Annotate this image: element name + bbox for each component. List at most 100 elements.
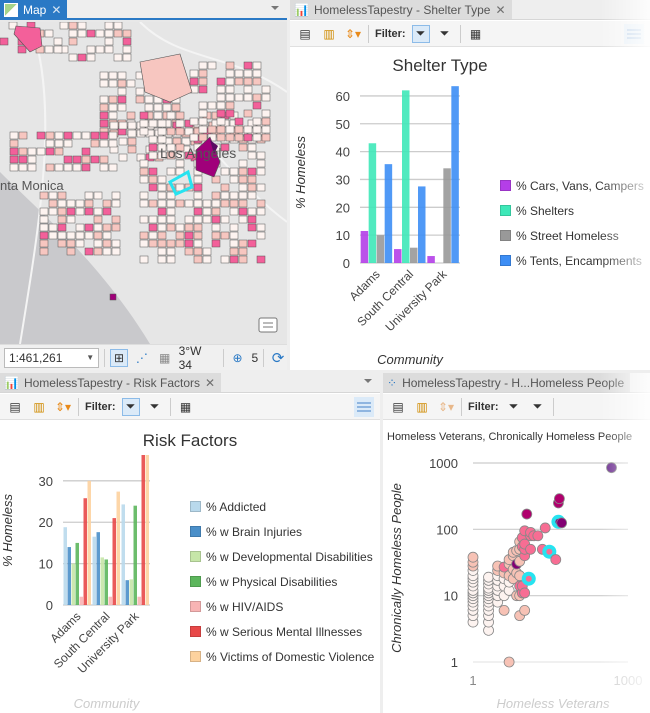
census-tract [211,175,221,184]
chart-properties-icon[interactable]: ▥ [30,398,48,416]
map-canvas[interactable]: Los Angeles nta Monica [0,22,287,344]
properties-icon[interactable]: ▤ [389,398,407,416]
census-tract [243,125,253,134]
filter-by-selection-icon[interactable]: ⏷ [146,398,164,416]
census-tract [175,119,185,128]
legend-swatch [190,551,201,562]
census-tract [198,77,208,86]
census-tract [102,199,112,208]
census-tract [157,183,167,192]
tab-risk-factors[interactable]: 📊 HomelessTapestry - Risk Factors ✕ [0,373,222,392]
tab-menu-dropdown[interactable] [271,6,279,10]
census-tract [238,215,248,224]
tab-shelter-type[interactable]: 📊 HomelessTapestry - Shelter Type ✕ [290,0,512,19]
census-tract [93,223,103,232]
legend-item[interactable]: % w Developmental Disabilities [190,544,374,569]
tab-map[interactable]: Map ✕ [0,0,68,19]
data-point [503,656,515,668]
filter-by-extent-icon[interactable]: ⏷ [121,397,140,416]
census-tract [54,147,64,156]
bar [79,596,83,605]
census-tract [108,103,118,112]
sort-icon[interactable]: ⇕▾ [437,398,455,416]
chart-properties-icon[interactable]: ▥ [320,25,338,43]
filter-by-extent-icon[interactable]: ⏷ [505,398,523,416]
census-tract [39,207,49,216]
census-tract [66,231,76,240]
census-tract [118,121,128,130]
sort-icon[interactable]: ⇕▾ [54,398,72,416]
census-tract [90,131,100,140]
snap-grid-icon[interactable]: ⊞ [110,348,128,367]
census-tract [66,247,76,256]
y-tick-label: 10 [336,228,350,243]
census-tract [166,207,176,216]
y-axis-label: Chronically Homeless People [389,483,404,653]
close-icon[interactable]: ✕ [495,3,505,17]
legend-item[interactable]: % Addicted [190,494,374,519]
census-tract [198,69,208,78]
map-legend-icon[interactable] [258,317,278,333]
table-icon[interactable]: ▦ [467,25,485,43]
legend-swatch [190,576,201,587]
legend-swatch [190,501,201,512]
properties-icon[interactable]: ▤ [6,398,24,416]
census-tract [247,143,257,152]
filter-by-selection-icon[interactable]: ⏷ [436,25,454,43]
sort-icon[interactable]: ⇕▾ [344,25,362,43]
census-tract [122,29,132,38]
legend-item[interactable]: % w Serious Mental Illnesses [190,619,374,644]
scatter-chart: 1 10 100 1000 1 1000 Chronically Homeless Peop… [389,456,642,711]
legend-item[interactable]: % w HIV/AIDS [190,594,374,619]
y-axis-label: % Homeless [293,136,308,209]
legend-toggle-button[interactable] [354,396,374,417]
legend-item[interactable]: % w Brain Injuries [190,519,374,544]
chart-properties-icon[interactable]: ▥ [413,398,431,416]
grid-icon[interactable]: ▦ [156,349,174,367]
legend-item[interactable]: % Tents, Encampments [500,248,644,273]
legend-item[interactable]: % Victims of Domestic Violence [190,644,374,669]
properties-icon[interactable]: ▤ [296,25,314,43]
census-tract [157,215,167,224]
refresh-icon[interactable]: ⟳ [269,349,287,367]
census-tract [238,255,248,264]
census-tract [75,231,85,240]
bar [394,249,402,263]
census-tract [27,155,37,164]
census-tract [247,151,257,160]
census-tract [9,131,19,140]
census-tract [193,175,203,184]
census-tract [157,255,167,264]
census-tract [139,127,149,136]
census-tract [211,231,221,240]
census-tract [53,45,63,54]
census-tract [225,101,235,110]
legend-item[interactable]: % w Physical Disabilities [190,569,374,594]
shelter-chart-pane: 📊 HomelessTapestry - Shelter Type ✕ ▤ ▥ … [290,0,650,370]
census-tract [225,61,235,70]
scale-dropdown[interactable]: 1:461,261 ▼ [4,347,100,368]
close-icon[interactable]: ✕ [205,376,215,390]
tab-scatter[interactable]: ⁘ HomelessTapestry - H...Homeless People [383,373,631,392]
legend-toggle-button[interactable] [624,23,644,44]
census-tract [229,247,239,256]
census-tract [139,119,149,128]
filter-by-selection-icon[interactable]: ⏷ [529,398,547,416]
table-icon[interactable]: ▦ [177,398,195,416]
chart-title: Homeless Veterans, Chronically Homeless … [387,431,633,443]
map-tabstrip: Map ✕ [0,0,287,20]
census-tract [216,77,226,86]
selected-features-icon[interactable]: ⊕ [229,349,247,367]
close-icon[interactable]: ✕ [51,3,61,17]
legend-item[interactable]: % Cars, Vans, Campers [500,173,644,198]
legend-item[interactable]: % Street Homeless [500,223,644,248]
legend-item[interactable]: % Shelters [500,198,644,223]
census-tract [93,207,103,216]
census-tract [238,183,248,192]
snapping-icon[interactable]: ⋰ [133,349,151,367]
census-tract [175,223,185,232]
tab-menu-dropdown[interactable] [364,379,372,383]
data-point [525,543,536,555]
census-tract [57,199,67,208]
filter-by-extent-icon[interactable]: ⏷ [411,24,430,43]
